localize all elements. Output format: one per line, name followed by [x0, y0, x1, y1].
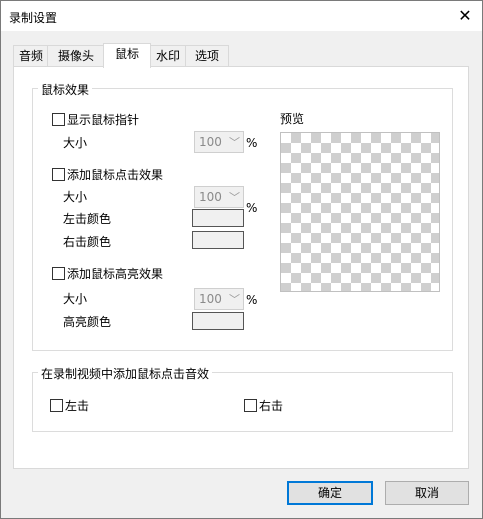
left-click-color-swatch[interactable] [192, 209, 244, 227]
pointer-size-select[interactable]: 100 ﹀ [194, 131, 244, 153]
pointer-size-value: 100 [199, 135, 222, 149]
mouse-effects-group-label: 鼠标效果 [38, 81, 93, 98]
highlight-effect-label: 添加鼠标高亮效果 [67, 267, 164, 281]
right-click-sound-checkbox[interactable] [244, 399, 257, 412]
preview-label: 预览 [280, 112, 305, 126]
click-size-value: 100 [199, 190, 222, 204]
ok-button[interactable]: 确定 [287, 481, 373, 505]
left-click-sound-label: 左击 [65, 399, 90, 413]
tab-audio[interactable]: 音频 [13, 45, 49, 67]
click-size-unit: % [246, 201, 258, 215]
cancel-button[interactable]: 取消 [385, 481, 469, 505]
chevron-down-icon: ﹀ [229, 191, 240, 204]
pointer-size-label: 大小 [63, 136, 88, 150]
tab-options[interactable]: 选项 [185, 45, 229, 67]
show-pointer-checkbox[interactable] [52, 113, 65, 126]
show-pointer-label: 显示鼠标指针 [67, 113, 140, 127]
left-click-sound-checkbox[interactable] [50, 399, 63, 412]
chevron-down-icon: ﹀ [229, 293, 240, 306]
right-click-sound-label: 右击 [259, 399, 284, 413]
title-bar: 录制设置 ✕ [1, 1, 482, 31]
click-effect-checkbox[interactable] [52, 168, 65, 181]
pointer-size-unit: % [246, 136, 258, 150]
tab-mouse[interactable]: 鼠标 [103, 43, 151, 68]
chevron-down-icon: ﹀ [229, 136, 240, 149]
click-effect-label: 添加鼠标点击效果 [67, 168, 164, 182]
highlight-size-value: 100 [199, 292, 222, 306]
preview-canvas [280, 132, 440, 292]
highlight-effect-checkbox[interactable] [52, 267, 65, 280]
highlight-color-swatch[interactable] [192, 312, 244, 330]
tab-camera[interactable]: 摄像头 [47, 45, 105, 67]
recording-settings-dialog: 录制设置 ✕ 音频 摄像头 鼠标 水印 选项 鼠标效果 显示鼠标指针 大小 10… [0, 0, 483, 519]
highlight-color-label: 高亮颜色 [63, 315, 112, 329]
click-size-select[interactable]: 100 ﹀ [194, 186, 244, 208]
highlight-size-label: 大小 [63, 292, 88, 306]
click-sound-group-label: 在录制视频中添加鼠标点击音效 [38, 365, 213, 382]
left-click-color-label: 左击颜色 [63, 212, 112, 226]
window-title: 录制设置 [9, 11, 58, 25]
highlight-size-unit: % [246, 293, 258, 307]
highlight-size-select[interactable]: 100 ﹀ [194, 288, 244, 310]
right-click-color-label: 右击颜色 [63, 235, 112, 249]
click-size-label: 大小 [63, 190, 88, 204]
close-icon[interactable]: ✕ [448, 1, 482, 31]
mouse-tab-panel: 鼠标效果 显示鼠标指针 大小 100 ﹀ % 添加鼠标点击效果 大小 100 ﹀… [13, 66, 469, 469]
right-click-color-swatch[interactable] [192, 231, 244, 249]
tab-watermark[interactable]: 水印 [149, 45, 187, 67]
